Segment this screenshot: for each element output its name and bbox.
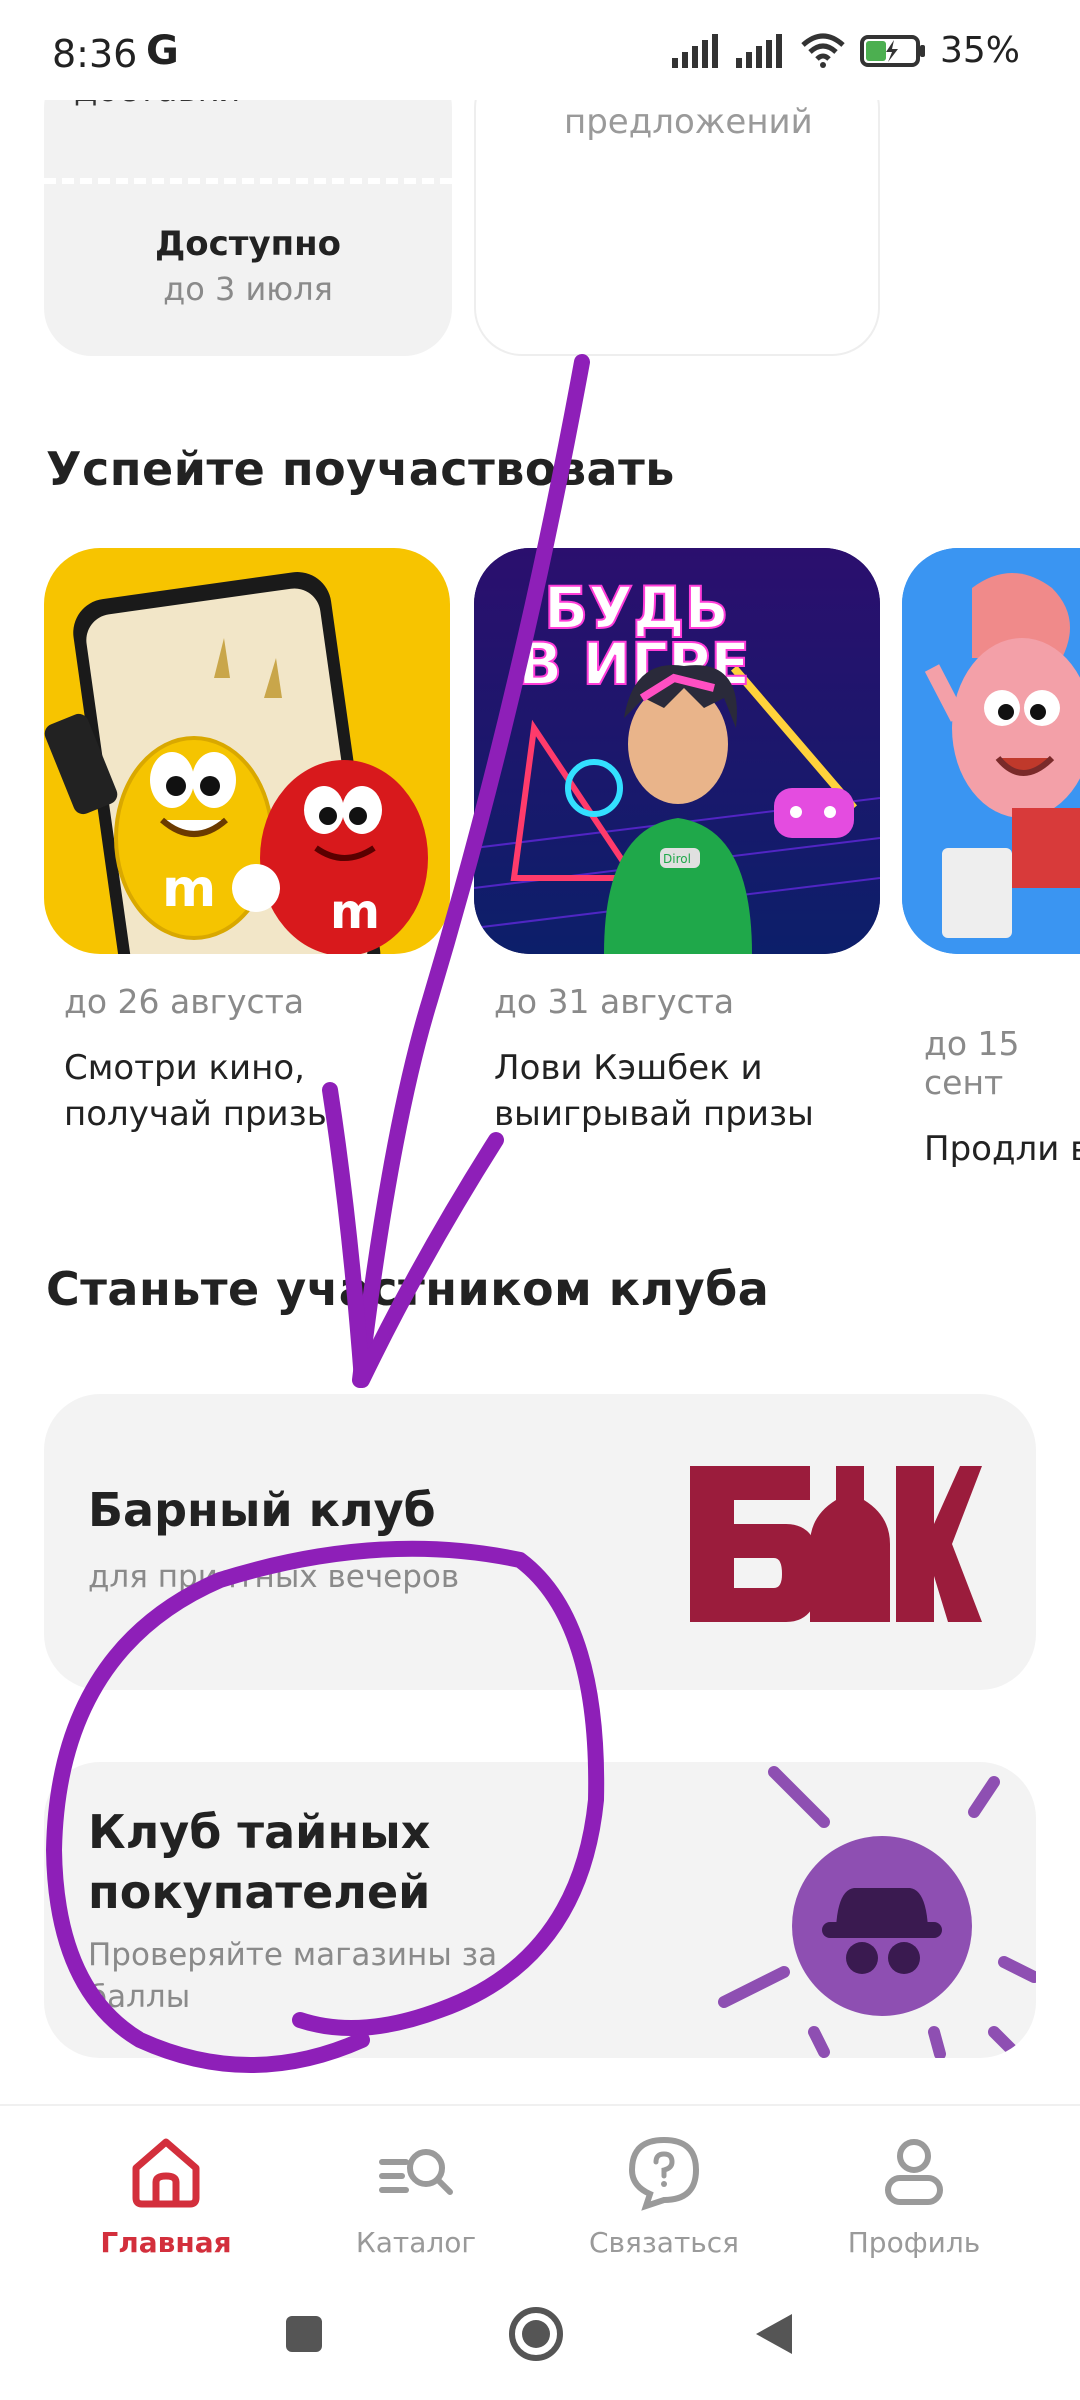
promo-title: Смотри кино, получай призы [64,1048,334,1134]
catalog-search-icon [379,2149,453,2195]
club-title: Барный клуб [88,1483,436,1537]
promo-card-movies[interactable]: m m до 26 августа Смотри кино, получай п… [44,548,450,1137]
offers-card[interactable]: предложений [474,60,880,356]
delivery-card[interactable]: доставки Доступно до 3 июля [44,60,452,356]
system-navigation-bar [0,2290,1080,2400]
nav-contact[interactable]: Связаться [564,2132,764,2259]
available-label: Доступно [154,224,341,264]
nav-catalog-label: Каталог [355,2226,477,2259]
battery-percent: 35% [939,30,1020,71]
bar-club-card[interactable]: Барный клуб для приятных вечеров [44,1394,1036,1690]
status-icons: 35% [671,30,1020,71]
status-bar: 8:36 G 35% [0,0,1080,100]
gamer-character-image: БУДЬ В ИГРЕ Dirol [474,548,880,954]
card-divider [44,178,452,184]
promos-section-title: Успейте поучаствовать [46,442,675,496]
secret-shopper-icon [718,1766,1036,2058]
mascot-character-image [902,548,1080,954]
promo-title: Лови Кэшбек и выигрывай призы [494,1048,814,1134]
signal-icon [671,33,718,68]
back-icon[interactable] [752,2310,796,2358]
promo-date: до 15 сент [924,1024,1020,1102]
nav-contact-label: Связаться [589,2226,739,2259]
club-subtitle: для приятных вечеров [88,1559,460,1595]
battery-icon [859,34,925,67]
club-title-line1: Клуб тайных [88,1805,431,1859]
promo-date: до 31 августа [494,982,735,1021]
clubs-section-title: Станьте участником клуба [46,1262,770,1316]
promo-card-extend[interactable]: до 15 сент Продли в [902,548,1080,1172]
bottom-navigation: Главная Каталог Связаться Профиль [0,2104,1080,2290]
nav-catalog[interactable]: Каталог [316,2132,516,2259]
available-date: до 3 июля [163,270,333,308]
offers-card-text: предложений [564,102,813,142]
club-subtitle-line1: Проверяйте магазины за [88,1937,498,1973]
signal-icon-2 [735,33,782,68]
wifi-icon [801,33,845,68]
nav-profile[interactable]: Профиль [814,2132,1014,2259]
club-title-line2: покупателей [88,1865,431,1919]
nav-home-label: Главная [100,2226,232,2259]
google-icon: G [146,28,179,74]
profile-icon [885,2139,943,2205]
svg-text:m: m [330,884,380,940]
nav-profile-label: Профиль [847,2226,981,2259]
help-chat-icon [628,2136,700,2211]
club-subtitle-line2: баллы [88,1979,191,2015]
bar-club-logo [690,1466,982,1622]
status-time: 8:36 [52,32,138,76]
recent-apps-icon[interactable] [284,2314,324,2354]
promo-title: Продли в [924,1129,1080,1169]
home-icon [132,2138,200,2208]
mms-characters-image: m m [44,548,450,954]
promo-date: до 26 августа [64,982,305,1021]
promo-card-cashback[interactable]: БУДЬ В ИГРЕ Dirol до 31 августа Лови Кэш… [474,548,880,1137]
home-button-icon[interactable] [508,2306,564,2362]
secret-shopper-club-card[interactable]: Клуб тайных покупателей Проверяйте магаз… [44,1762,1036,2058]
nav-home[interactable]: Главная [66,2132,266,2259]
svg-text:m: m [162,859,216,919]
promo-badge-text: Dirol [663,852,691,866]
